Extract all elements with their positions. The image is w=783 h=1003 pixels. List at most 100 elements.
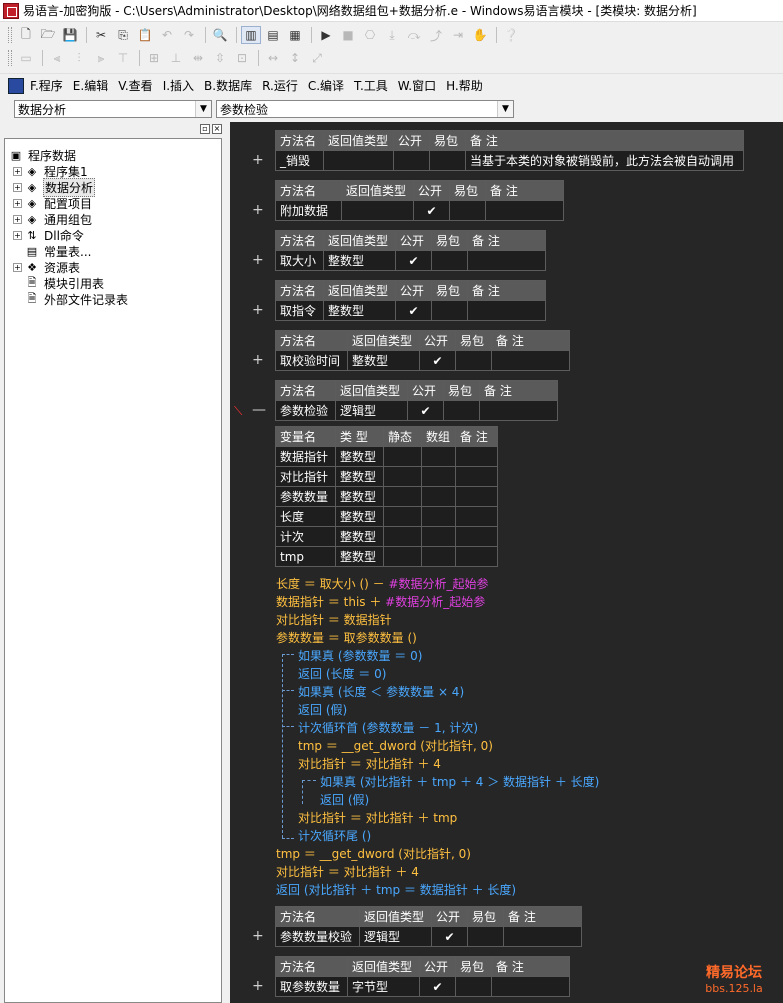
tree-item-constants[interactable]: ▤ 常量表... [25,243,92,259]
note-cell[interactable] [491,976,570,997]
method-name-cell[interactable]: 取校验时间 [275,350,348,371]
menu-run[interactable]: R.运行 [262,77,298,94]
tree-item-config[interactable]: + ◈ 配置项目 [13,195,93,211]
menu-view[interactable]: V.查看 [118,77,152,94]
variable-type-cell[interactable]: 整数型 [335,486,384,507]
easy-pack-cell[interactable] [455,976,492,997]
align-bottom-icon[interactable]: ⊥ [166,49,186,67]
return-type-cell[interactable] [341,200,414,221]
expand-method-button[interactable]: + [252,302,264,318]
method-name-cell[interactable]: 取参数数量 [275,976,348,997]
note-cell[interactable] [479,400,558,421]
method-name-cell[interactable]: _销毁 [275,150,324,171]
chevron-down-icon[interactable]: ▼ [195,101,211,117]
run-icon[interactable]: ▶ [316,26,336,44]
code-line[interactable]: 计次循环首 (参数数量 － 1, 计次) [298,720,478,736]
code-line[interactable]: 数据指针 ＝ this ＋ #数据分析_起始参 [276,594,485,610]
variable-name-cell[interactable]: tmp [275,546,336,567]
variable-type-cell[interactable]: 整数型 [335,506,384,527]
step-out-icon[interactable]: ⤴ [426,26,446,44]
tree-item-dll[interactable]: + ⇅ Dll命令 [13,227,85,243]
public-cell[interactable] [393,150,430,171]
note-cell[interactable] [485,200,564,221]
easy-pack-cell[interactable] [429,150,466,171]
array-cell[interactable] [421,546,456,567]
menu-tools[interactable]: T.工具 [354,77,388,94]
easy-pack-cell[interactable] [449,200,486,221]
run-to-cursor-icon[interactable]: ⇥ [448,26,468,44]
expand-method-button[interactable]: + [252,252,264,268]
pause-hand-icon[interactable]: ✋ [470,26,490,44]
space-vertical-icon[interactable]: ⇳ [210,49,230,67]
align-left-icon[interactable]: ⫷ [47,49,67,67]
public-check-icon[interactable]: ✔ [431,926,468,947]
step-over-icon[interactable]: ⤼ [404,26,424,44]
copy-icon[interactable]: ⎘ [113,26,133,44]
tree-root[interactable]: ▣ 程序数据 [9,147,77,163]
variable-type-cell[interactable]: 整数型 [335,446,384,467]
code-line[interactable]: 对比指针 ＝ 数据指针 [276,612,392,628]
menu-window[interactable]: W.窗口 [398,77,436,94]
return-type-cell[interactable]: 整数型 [323,300,396,321]
help-pointer-icon[interactable]: ❔ [501,26,521,44]
public-check-icon[interactable]: ✔ [395,250,432,271]
same-height-icon[interactable]: ↕ [285,49,305,67]
method-name-cell[interactable]: 附加数据 [275,200,342,221]
expand-method-button[interactable]: + [252,152,264,168]
return-type-cell[interactable]: 整数型 [347,350,420,371]
note-cell[interactable] [455,506,498,527]
code-line[interactable]: tmp ＝ __get_dword (对比指针, 0) [298,738,493,754]
return-type-cell[interactable]: 整数型 [323,250,396,271]
note-cell[interactable] [455,486,498,507]
tree-item-data-analysis[interactable]: + ◈ 数据分析 [13,177,96,197]
menu-help[interactable]: H.帮助 [446,77,483,94]
code-line[interactable]: 对比指针 ＝ 对比指针 ＋ 4 [298,756,441,772]
method-name-cell[interactable]: 参数检验 [275,400,336,421]
public-check-icon[interactable]: ✔ [419,350,456,371]
note-cell[interactable] [467,250,546,271]
easy-pack-cell[interactable] [467,926,504,947]
same-size-icon[interactable]: ⤢ [307,49,327,67]
easy-pack-cell[interactable] [455,350,492,371]
tree-item-module-refs[interactable]: 🗎 模块引用表 [25,275,105,291]
open-folder-icon[interactable]: 🗁 [38,26,58,44]
code-line[interactable]: 如果真 (对比指针 ＋ tmp ＋ 4 ＞ 数据指针 ＋ 长度) [320,774,599,790]
same-width-icon[interactable]: ↔ [263,49,283,67]
menu-database[interactable]: B.数据库 [204,77,252,94]
menu-edit[interactable]: E.编辑 [73,77,108,94]
static-cell[interactable] [383,466,422,487]
static-cell[interactable] [383,486,422,507]
paste-icon[interactable]: 📋 [135,26,155,44]
panel-close-icon[interactable]: × [212,124,222,134]
step-into-icon[interactable]: ⤓ [382,26,402,44]
find-icon[interactable]: 🔍 [210,26,230,44]
public-check-icon[interactable]: ✔ [407,400,444,421]
note-cell[interactable] [455,466,498,487]
expand-icon[interactable]: + [13,198,22,208]
expand-icon[interactable]: + [13,230,22,240]
note-cell[interactable] [455,546,498,567]
array-cell[interactable] [421,526,456,547]
expand-method-button[interactable]: + [252,928,264,944]
code-line[interactable]: 长度 ＝ 取大小 () － #数据分析_起始参 [276,576,489,592]
stop-icon[interactable]: ■ [338,26,358,44]
return-type-cell[interactable] [323,150,394,171]
variable-name-cell[interactable]: 参数数量 [275,486,336,507]
code-line[interactable]: 对比指针 ＝ 对比指针 ＋ 4 [276,864,419,880]
tree-item-resources[interactable]: + ❖ 资源表 [13,259,81,275]
expand-icon[interactable]: + [13,182,22,192]
expand-method-button[interactable]: + [252,978,264,994]
code-line[interactable]: 返回 (长度 ＝ 0) [298,666,386,682]
easy-pack-cell[interactable] [431,300,468,321]
easy-pack-cell[interactable] [431,250,468,271]
code-line[interactable]: 计次循环尾 () [298,828,371,844]
menu-program[interactable]: F.程序 [30,77,63,94]
code-line[interactable]: 返回 (对比指针 ＋ tmp ＝ 数据指针 ＋ 长度) [276,882,516,898]
static-cell[interactable] [383,446,422,467]
return-type-cell[interactable]: 逻辑型 [359,926,432,947]
note-cell[interactable] [455,526,498,547]
menu-insert[interactable]: I.插入 [163,77,194,94]
array-cell[interactable] [421,446,456,467]
note-cell[interactable] [467,300,546,321]
layout-left-icon[interactable]: ▥ [241,26,261,44]
